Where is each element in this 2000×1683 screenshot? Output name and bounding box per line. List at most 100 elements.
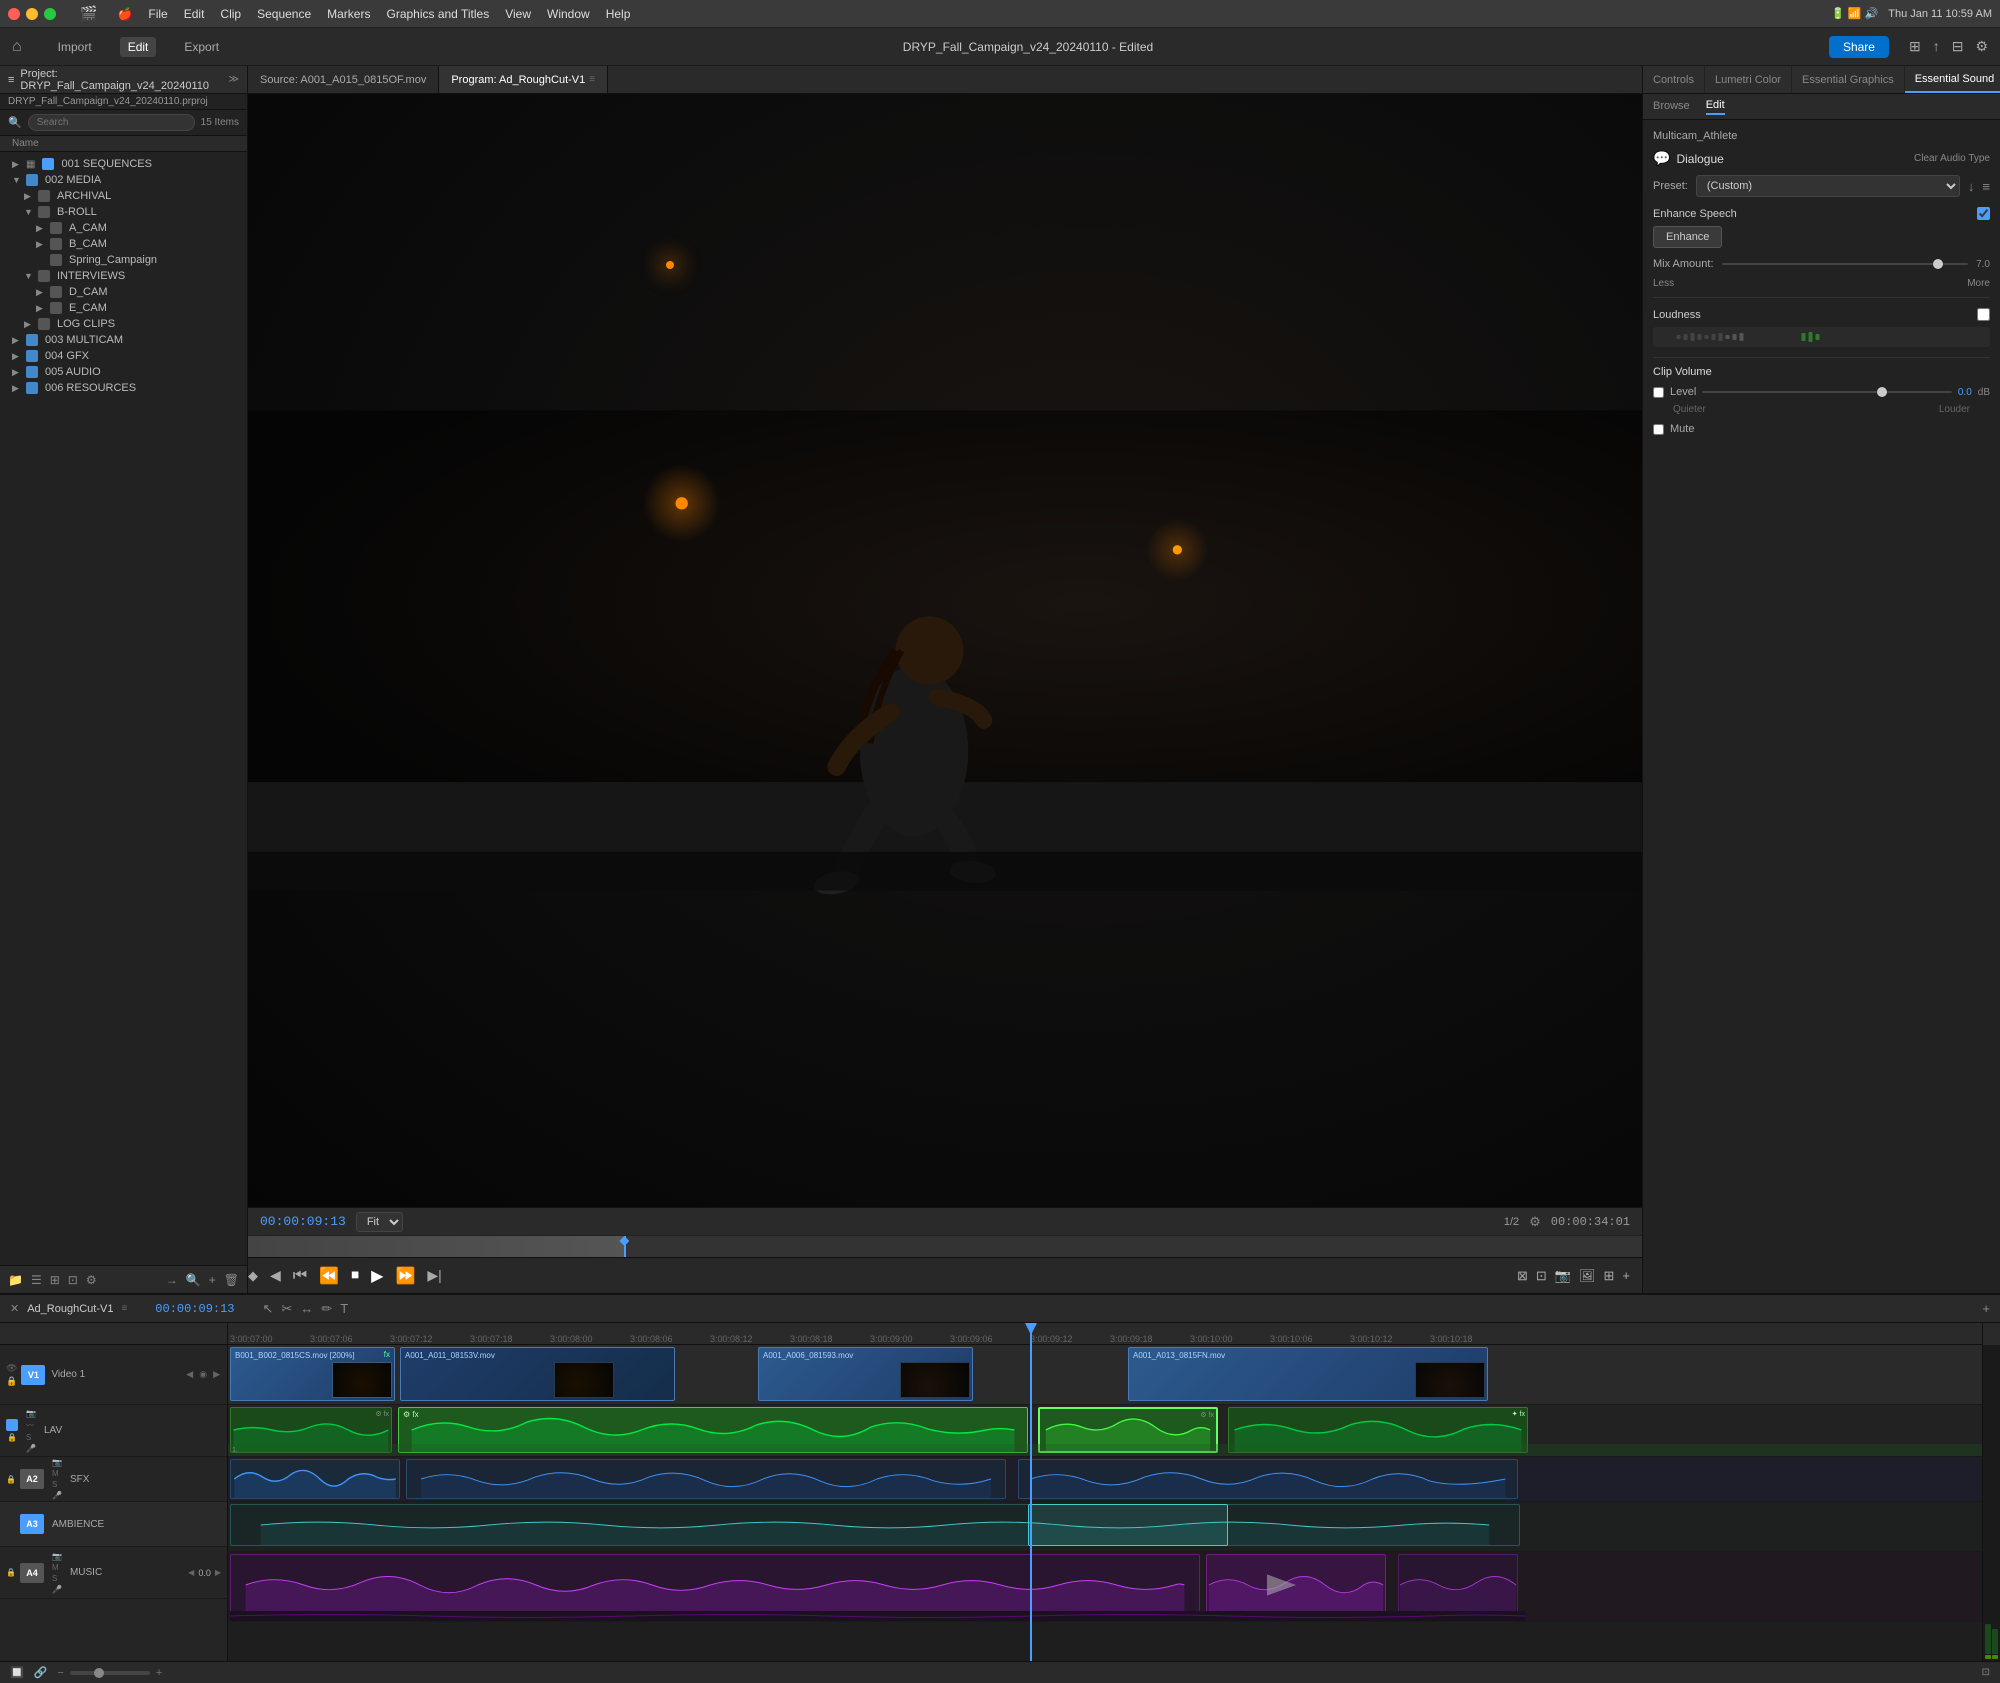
program-tab[interactable]: Program: Ad_RoughCut-V1 ≡ [439, 66, 608, 93]
menu-window[interactable]: Window [547, 7, 590, 21]
sort-icon[interactable]: ⚙ [86, 1273, 97, 1287]
track-label-a3[interactable]: A3 [20, 1514, 44, 1534]
add-track-icon[interactable]: + [1982, 1301, 1990, 1316]
track-add-icon[interactable]: ◉ [198, 1368, 208, 1381]
video-clip-1[interactable]: B001_B002_0815CS.mov [200%] fx [230, 1347, 395, 1401]
menu-clip[interactable]: Clip [220, 7, 241, 21]
music-clip-2[interactable] [1206, 1554, 1386, 1616]
menu-file[interactable]: File [148, 7, 167, 21]
workspace-icon[interactable]: ⊞ [1909, 38, 1921, 55]
track-sync-icon[interactable]: A1 [6, 1419, 18, 1431]
mute-checkbox[interactable] [1653, 424, 1664, 435]
track-next-icon[interactable]: ▶ [212, 1368, 221, 1381]
edit-button[interactable]: Edit [120, 37, 157, 57]
tree-item-sequences[interactable]: ▶ ▦ 001 SEQUENCES [0, 156, 247, 172]
stop-button[interactable]: ⏹ [351, 1267, 359, 1285]
source-tab[interactable]: Source: A001_A015_0815OF.mov [248, 66, 439, 93]
program-timecode[interactable]: 00:00:09:13 [260, 1214, 346, 1229]
level-slider-thumb[interactable] [1877, 387, 1887, 397]
music-clip-3[interactable] [1398, 1554, 1518, 1616]
track-mic2-icon[interactable]: 🎤 [52, 1491, 62, 1500]
publish-icon[interactable]: ↑ [1933, 38, 1940, 55]
zoom-in-icon[interactable]: + [156, 1667, 162, 1679]
more-controls-icon[interactable]: + [1622, 1268, 1630, 1284]
video-clip-2[interactable]: A001_A011_08153V.mov [400, 1347, 675, 1401]
menu-edit[interactable]: Edit [184, 7, 205, 21]
track-waveform-icon[interactable]: 〰 [26, 1420, 36, 1431]
video-clip-4[interactable]: A001_A013_0815FN.mov [1128, 1347, 1488, 1401]
track-solo4-icon[interactable]: S [52, 1574, 62, 1583]
settings-icon[interactable]: ⚙ [1975, 38, 1988, 55]
tree-item-spring[interactable]: Spring_Campaign [0, 252, 247, 268]
zoom-out-icon[interactable]: − [57, 1667, 63, 1679]
panels-icon[interactable]: ⊟ [1952, 38, 1964, 55]
track-camera-icon[interactable]: 📷 [26, 1409, 36, 1418]
track-mic4-icon[interactable]: 🎤 [52, 1585, 62, 1594]
zoom-slider-thumb[interactable] [94, 1668, 104, 1678]
track-vol-down-icon[interactable]: ◀ [188, 1568, 194, 1577]
tree-item-gfx[interactable]: ▶ 004 GFX [0, 348, 247, 364]
mix-slider-thumb[interactable] [1933, 259, 1943, 269]
music-clip-1[interactable] [230, 1554, 1200, 1616]
search-input[interactable] [28, 114, 195, 131]
video-clip-3[interactable]: A001_A006_081593.mov [758, 1347, 973, 1401]
timeline-timecode[interactable]: 00:00:09:13 [155, 1302, 234, 1316]
track-camera4-icon[interactable]: 📷 [52, 1552, 62, 1561]
menu-view[interactable]: View [505, 7, 531, 21]
play-button[interactable]: ▶ [371, 1266, 383, 1286]
step-back-button[interactable]: ◀ [270, 1267, 281, 1284]
menu-graphics-titles[interactable]: Graphics and Titles [386, 7, 489, 21]
delete-icon[interactable]: 🗑 [224, 1273, 239, 1287]
razor-tool-icon[interactable]: ✂ [281, 1301, 292, 1317]
share-button[interactable]: Share [1829, 36, 1889, 58]
enhance-button[interactable]: Enhance [1653, 226, 1722, 248]
tree-item-bcam[interactable]: ▶ B_CAM [0, 236, 247, 252]
menu-help[interactable]: Help [606, 7, 631, 21]
tree-item-archival[interactable]: ▶ ARCHIVAL [0, 188, 247, 204]
track-mute2-icon[interactable]: M [52, 1469, 62, 1478]
sfx-clip-1[interactable] [230, 1459, 400, 1499]
track-lock-icon[interactable]: 🔒 [7, 1433, 17, 1442]
settings-icon-monitor[interactable]: ⚙ [1529, 1214, 1541, 1230]
sync-lock-icon[interactable]: 🔒 [6, 1376, 17, 1387]
subtab-browse[interactable]: Browse [1653, 100, 1690, 114]
automate-icon[interactable]: → [166, 1273, 178, 1287]
track-label-a4[interactable]: A4 [20, 1563, 44, 1583]
loudness-checkbox[interactable] [1977, 308, 1990, 321]
level-slider[interactable] [1702, 391, 1952, 393]
slip-tool-icon[interactable]: ↔ [300, 1301, 313, 1317]
ambience-clip-1[interactable] [230, 1504, 1520, 1546]
shuttle-back-button[interactable]: ⏮ [293, 1267, 307, 1285]
list-view-icon[interactable]: ☰ [31, 1273, 42, 1287]
export-frame-icon[interactable]: 🖼 [1579, 1268, 1596, 1284]
tree-item-media[interactable]: ▼ 002 MEDIA [0, 172, 247, 188]
sfx-clip-2[interactable] [406, 1459, 1006, 1499]
track-label-a2[interactable]: A2 [20, 1469, 44, 1489]
track-vol-up-icon[interactable]: ▶ [215, 1568, 221, 1577]
close-button[interactable] [8, 8, 20, 20]
tab-controls[interactable]: Controls [1643, 66, 1705, 93]
track-lock4-icon[interactable]: 🔒 [6, 1568, 16, 1577]
search-bin-icon[interactable]: 🔍 [186, 1273, 201, 1287]
track-mic-icon[interactable]: 🎤 [26, 1444, 36, 1453]
tab-essential-sound[interactable]: Essential Sound [1905, 66, 2000, 93]
menu-apple[interactable]: 🍎 [117, 7, 132, 21]
tree-item-resources[interactable]: ▶ 006 RESOURCES [0, 380, 247, 396]
level-checkbox[interactable] [1653, 387, 1664, 398]
tree-item-dcam[interactable]: ▶ D_CAM [0, 284, 247, 300]
freeform-view-icon[interactable]: ⊡ [68, 1273, 78, 1287]
fit-dropdown[interactable]: Fit [356, 1212, 403, 1232]
track-mute4-icon[interactable]: M [52, 1563, 62, 1572]
clear-audio-type-button[interactable]: Clear Audio Type [1914, 153, 1990, 164]
type-tool-icon[interactable]: T [340, 1301, 348, 1317]
close-timeline-icon[interactable]: ✕ [10, 1302, 19, 1315]
tab-lumetri[interactable]: Lumetri Color [1705, 66, 1792, 93]
track-lock-icon[interactable]: 🔒 [6, 1475, 16, 1484]
subtab-edit[interactable]: Edit [1706, 99, 1725, 115]
icon-view-icon[interactable]: ⊞ [50, 1273, 60, 1287]
tree-item-ecam[interactable]: ▶ E_CAM [0, 300, 247, 316]
add-marker-button[interactable]: ◆ [248, 1268, 258, 1284]
tree-item-broll[interactable]: ▼ B-ROLL [0, 204, 247, 220]
track-mute-icon[interactable]: S [26, 1433, 36, 1442]
safe-margins-icon[interactable]: ⊞ [1604, 1268, 1615, 1284]
